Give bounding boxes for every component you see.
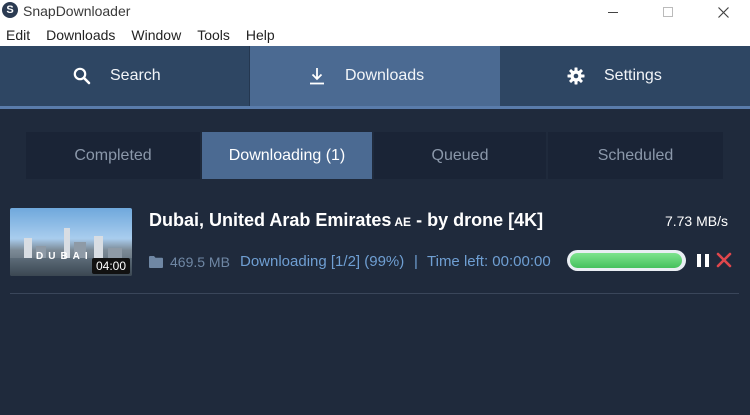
- tab-search-label: Search: [110, 67, 161, 84]
- file-size: 469.5 MB: [170, 254, 230, 270]
- tab-settings-label: Settings: [604, 67, 662, 84]
- menu-downloads[interactable]: Downloads: [46, 27, 115, 43]
- cancel-button[interactable]: [716, 252, 732, 268]
- tab-downloads-label: Downloads: [345, 67, 425, 84]
- folder-icon: [149, 256, 163, 268]
- close-icon: [717, 6, 729, 18]
- download-speed: 7.73 MB/s: [664, 213, 728, 229]
- minimize-button[interactable]: [590, 0, 636, 24]
- tab-downloads[interactable]: Downloads: [250, 46, 500, 106]
- pause-icon: [697, 254, 701, 267]
- maximize-button[interactable]: [645, 0, 691, 24]
- progress-bar: [567, 250, 686, 271]
- download-title: Dubai, United Arab Emirates AE - by drone…: [149, 210, 543, 231]
- download-icon: [307, 66, 327, 86]
- tab-settings[interactable]: Settings: [500, 46, 750, 106]
- gear-icon: [566, 66, 586, 86]
- close-button[interactable]: [700, 0, 746, 24]
- subtab-scheduled[interactable]: Scheduled: [548, 132, 723, 179]
- time-left: Time left: 00:00:00: [427, 253, 551, 270]
- thumbnail-caption: DUBAI: [36, 251, 93, 262]
- download-status: Downloading [1/2] (99%): [240, 253, 405, 270]
- window-title: SnapDownloader: [23, 3, 131, 19]
- download-filter-tabs: Completed Downloading (1) Queued Schedul…: [26, 132, 723, 179]
- main-tab-bar: Search Downloads Settings: [0, 46, 750, 106]
- search-icon: [72, 66, 92, 86]
- menu-bar: Edit Downloads Window Tools Help: [0, 24, 750, 46]
- menu-window[interactable]: Window: [131, 27, 181, 43]
- list-divider: [10, 293, 739, 294]
- tab-bar-underline: [0, 106, 750, 109]
- pause-button[interactable]: [697, 254, 709, 267]
- flag-code: AE: [394, 215, 412, 229]
- progress-fill: [570, 253, 682, 268]
- video-thumbnail[interactable]: DUBAI 04:00: [10, 208, 132, 276]
- download-title-suffix: - by drone [4K]: [416, 210, 544, 230]
- menu-help[interactable]: Help: [246, 27, 275, 43]
- menu-tools[interactable]: Tools: [197, 27, 230, 43]
- status-separator: |: [414, 253, 418, 270]
- menu-edit[interactable]: Edit: [6, 27, 30, 43]
- app-logo: S: [2, 2, 18, 18]
- subtab-queued[interactable]: Queued: [374, 132, 546, 179]
- subtab-completed[interactable]: Completed: [26, 132, 200, 179]
- pause-icon: [705, 254, 709, 267]
- video-duration: 04:00: [91, 258, 130, 274]
- title-bar: S SnapDownloader: [0, 0, 750, 24]
- download-title-main: Dubai, United Arab Emirates: [149, 210, 392, 230]
- maximize-icon: [663, 7, 673, 17]
- minimize-icon: [608, 11, 618, 13]
- tab-search[interactable]: Search: [0, 46, 249, 106]
- subtab-downloading[interactable]: Downloading (1): [202, 132, 372, 179]
